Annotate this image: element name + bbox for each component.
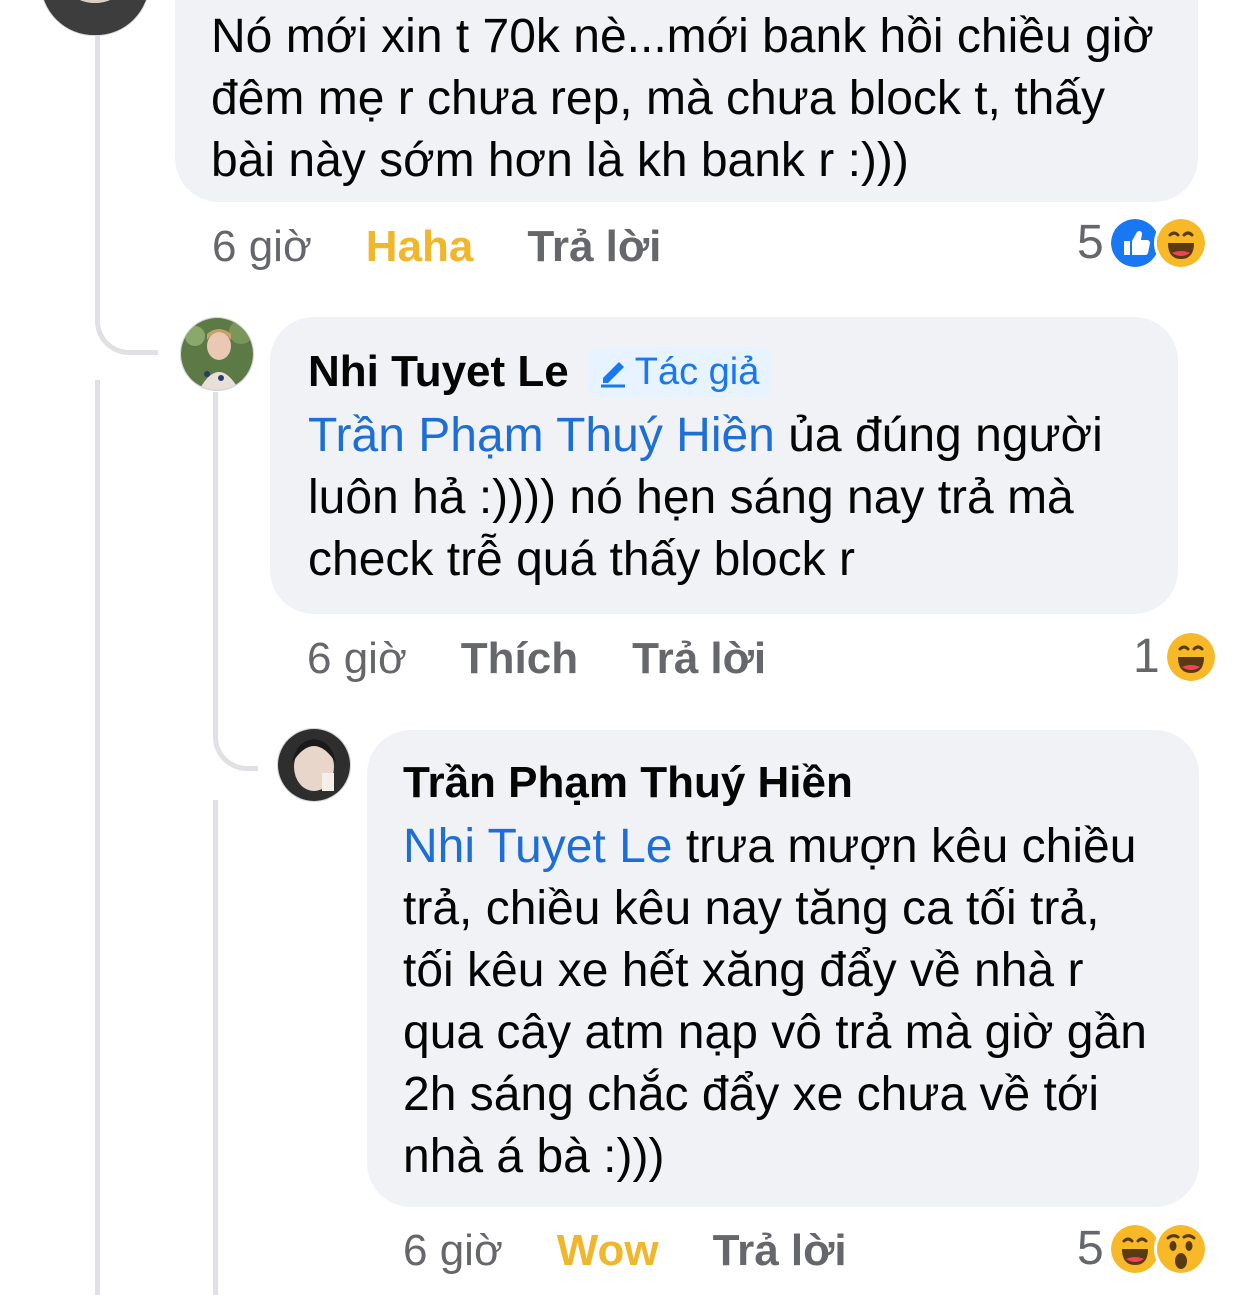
comment-time[interactable]: 6 giờ: [403, 1224, 503, 1278]
reaction-count: 5: [1077, 1222, 1104, 1275]
comment-text-block: Nhi Tuyet Le trưa mượn kêu chiều trả, ch…: [403, 816, 1163, 1188]
comment-author-row: Nhi Tuyet Le Tác giả: [308, 345, 1140, 399]
comment-text: Nó mới xin t 70k nè...mới bank hồi chiều…: [211, 10, 1154, 187]
comment-bubble: Nhi Tuyet Le Tác giả Trần Phạm Thuý Hiền…: [270, 317, 1178, 614]
reaction-summary[interactable]: 5: [1077, 1222, 1208, 1276]
reply-button[interactable]: Trả lời: [527, 220, 661, 274]
comment-actions: 6 giờ Haha Trả lời: [212, 220, 661, 274]
thread-line-reply-1: [95, 380, 100, 1295]
thread-line-nested-lower: [213, 800, 218, 1295]
comment-author-row: Trần Phạm Thuý Hiền: [403, 756, 1163, 810]
avatar[interactable]: [40, 0, 150, 36]
comment-text-block: Trần Phạm Thuý Hiền ủa đúng người luôn h…: [308, 405, 1140, 591]
thread-connector-reply-2: [213, 690, 258, 771]
reaction-summary[interactable]: 1: [1133, 630, 1218, 684]
author-badge-label: Tác giả: [634, 351, 760, 393]
thread-line-root: [95, 0, 100, 300]
haha-icon: [1153, 216, 1208, 270]
reply-button[interactable]: Trả lời: [632, 632, 766, 686]
comment-author[interactable]: Trần Phạm Thuý Hiền: [403, 756, 853, 810]
comment-author[interactable]: Nhi Tuyet Le: [308, 345, 569, 399]
thread-connector-reply-1: [95, 290, 158, 355]
comment-actions: 6 giờ Wow Trả lời: [403, 1224, 847, 1278]
reaction-count: 5: [1077, 216, 1104, 269]
haha-icon: [1163, 630, 1218, 684]
pencil-icon: [600, 362, 625, 388]
reaction-summary[interactable]: 5: [1077, 216, 1208, 270]
comment-bubble: Trần Phạm Thuý Hiền Nhi Tuyet Le trưa mư…: [367, 730, 1199, 1207]
reaction-count: 1: [1133, 630, 1160, 683]
react-button[interactable]: Wow: [557, 1224, 659, 1278]
wow-icon: [1153, 1222, 1208, 1276]
comment-time[interactable]: 6 giờ: [212, 220, 312, 274]
thread-line-nested: [213, 392, 218, 692]
author-badge: Tác giả: [586, 347, 772, 397]
comment-bubble: Nó mới xin t 70k nè...mới bank hồi chiều…: [175, 0, 1198, 202]
avatar[interactable]: [180, 317, 254, 391]
mention-link[interactable]: Trần Phạm Thuý Hiền: [308, 409, 775, 462]
reply-button[interactable]: Trả lời: [713, 1224, 847, 1278]
comment-time[interactable]: 6 giờ: [307, 632, 407, 686]
avatar[interactable]: [277, 728, 351, 802]
comment-text: trưa mượn kêu chiều trả, chiều kêu nay t…: [403, 820, 1147, 1183]
mention-link[interactable]: Nhi Tuyet Le: [403, 820, 672, 873]
react-button[interactable]: Haha: [366, 220, 474, 274]
comment-actions: 6 giờ Thích Trả lời: [307, 632, 766, 686]
like-button[interactable]: Thích: [461, 632, 578, 686]
